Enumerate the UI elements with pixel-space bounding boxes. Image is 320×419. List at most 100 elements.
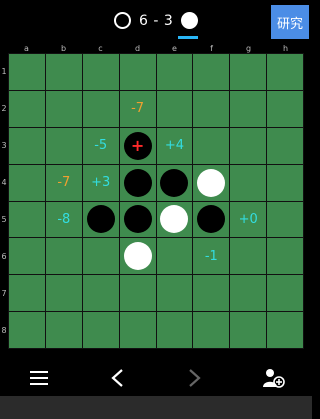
board-cell-a6[interactable] bbox=[9, 238, 45, 275]
board-cell-b7[interactable] bbox=[45, 275, 82, 312]
board-cell-a7[interactable] bbox=[9, 275, 45, 312]
board-cell-c2[interactable] bbox=[82, 90, 119, 127]
board-cell-g2[interactable] bbox=[230, 90, 267, 127]
board-cell-c5[interactable] bbox=[82, 201, 119, 238]
move-evaluation-b5: -8 bbox=[57, 211, 71, 227]
score-display: 6 - 3 bbox=[114, 12, 199, 29]
board-cell-h7[interactable] bbox=[267, 275, 303, 312]
board-cell-g6[interactable] bbox=[230, 238, 267, 275]
last-move-marker: + bbox=[130, 135, 145, 155]
board-cell-f1[interactable] bbox=[193, 54, 230, 90]
redo-button[interactable] bbox=[175, 360, 215, 396]
board-cell-e6[interactable] bbox=[156, 238, 193, 275]
black-disc-icon bbox=[114, 12, 131, 29]
board-cell-d4[interactable] bbox=[119, 164, 156, 201]
board-cell-h8[interactable] bbox=[267, 312, 303, 348]
black-disc bbox=[197, 205, 226, 234]
board-cell-h1[interactable] bbox=[267, 54, 303, 90]
row-label-8: 8 bbox=[1, 326, 7, 335]
board-cell-b6[interactable] bbox=[45, 238, 82, 275]
board-cell-d2[interactable]: -7 bbox=[119, 90, 156, 127]
row-label-2: 2 bbox=[1, 104, 7, 113]
user-add-icon bbox=[263, 369, 285, 388]
player-settings-button[interactable] bbox=[254, 360, 294, 396]
board-cell-h3[interactable] bbox=[267, 127, 303, 164]
board-cell-b3[interactable] bbox=[45, 127, 82, 164]
chevron-right-icon bbox=[189, 369, 201, 387]
research-button[interactable]: 研究 bbox=[271, 5, 309, 39]
move-evaluation-f6: -1 bbox=[204, 248, 218, 264]
board-cell-e7[interactable] bbox=[156, 275, 193, 312]
board-cell-d8[interactable] bbox=[119, 312, 156, 348]
board-cell-b8[interactable] bbox=[45, 312, 82, 348]
board-cell-a4[interactable] bbox=[9, 164, 45, 201]
board-cell-f6[interactable]: -1 bbox=[193, 238, 230, 275]
board-cell-f7[interactable] bbox=[193, 275, 230, 312]
board-cell-c3[interactable]: -5 bbox=[82, 127, 119, 164]
board-cell-e2[interactable] bbox=[156, 90, 193, 127]
column-label-f: f bbox=[210, 44, 213, 53]
move-evaluation-c4: +3 bbox=[91, 175, 111, 191]
board-cell-g4[interactable] bbox=[230, 164, 267, 201]
board-cell-f2[interactable] bbox=[193, 90, 230, 127]
row-label-1: 1 bbox=[1, 67, 7, 76]
white-disc-icon bbox=[181, 12, 199, 29]
board-cell-g1[interactable] bbox=[230, 54, 267, 90]
chevron-left-icon bbox=[111, 369, 123, 387]
board-cell-a1[interactable] bbox=[9, 54, 45, 90]
board-cell-a5[interactable] bbox=[9, 201, 45, 238]
move-evaluation-e3: +4 bbox=[164, 138, 185, 154]
board-cell-g8[interactable] bbox=[230, 312, 267, 348]
white-disc bbox=[123, 242, 152, 271]
board-cell-f4[interactable] bbox=[193, 164, 230, 201]
board-cell-f5[interactable] bbox=[193, 201, 230, 238]
board-cell-d3[interactable]: + bbox=[119, 127, 156, 164]
board-cell-c1[interactable] bbox=[82, 54, 119, 90]
board-cell-c8[interactable] bbox=[82, 312, 119, 348]
board-cell-c6[interactable] bbox=[82, 238, 119, 275]
board-cell-g5[interactable]: +0 bbox=[230, 201, 267, 238]
move-evaluation-d2: -7 bbox=[131, 101, 145, 117]
board-cell-a3[interactable] bbox=[9, 127, 45, 164]
board-cell-e8[interactable] bbox=[156, 312, 193, 348]
board-cell-d7[interactable] bbox=[119, 275, 156, 312]
board-cell-b2[interactable] bbox=[45, 90, 82, 127]
board-cell-h4[interactable] bbox=[267, 164, 303, 201]
menu-icon bbox=[30, 371, 48, 385]
board-cell-e3[interactable]: +4 bbox=[156, 127, 193, 164]
board-cell-a8[interactable] bbox=[9, 312, 45, 348]
board-cell-d5[interactable] bbox=[119, 201, 156, 238]
board-cell-c4[interactable]: +3 bbox=[82, 164, 119, 201]
move-evaluation-b4: -7 bbox=[57, 175, 71, 191]
column-label-h: h bbox=[282, 44, 289, 53]
board-cell-a2[interactable] bbox=[9, 90, 45, 127]
board-cell-b5[interactable]: -8 bbox=[45, 201, 82, 238]
turn-indicator bbox=[178, 36, 198, 39]
board-cell-e5[interactable] bbox=[156, 201, 193, 238]
board-cell-f3[interactable] bbox=[193, 127, 230, 164]
board-cell-e1[interactable] bbox=[156, 54, 193, 90]
board-cell-g7[interactable] bbox=[230, 275, 267, 312]
menu-button[interactable] bbox=[19, 360, 59, 396]
board-cell-g3[interactable] bbox=[230, 127, 267, 164]
board-cell-f8[interactable] bbox=[193, 312, 230, 348]
row-label-4: 4 bbox=[1, 178, 7, 187]
board-cell-d1[interactable] bbox=[119, 54, 156, 90]
board-cell-h6[interactable] bbox=[267, 238, 303, 275]
board-cell-b1[interactable] bbox=[45, 54, 82, 90]
board-cell-h2[interactable] bbox=[267, 90, 303, 127]
board-cell-b4[interactable]: -7 bbox=[45, 164, 82, 201]
score-text: 6 - 3 bbox=[139, 12, 174, 29]
board-cell-e4[interactable] bbox=[156, 164, 193, 201]
column-label-b: b bbox=[60, 44, 67, 53]
board-cell-h5[interactable] bbox=[267, 201, 303, 238]
board-cell-c7[interactable] bbox=[82, 275, 119, 312]
undo-button[interactable] bbox=[97, 360, 137, 396]
white-disc bbox=[197, 168, 226, 197]
othello-board[interactable]: -7 -5 + +4 -7 +3 -8 +0 -1 bbox=[8, 53, 304, 349]
column-labels: a b c d e f g h bbox=[8, 44, 304, 53]
black-disc bbox=[123, 168, 152, 197]
row-label-5: 5 bbox=[1, 215, 7, 224]
board-cell-d6[interactable] bbox=[119, 238, 156, 275]
column-label-g: g bbox=[245, 44, 252, 53]
